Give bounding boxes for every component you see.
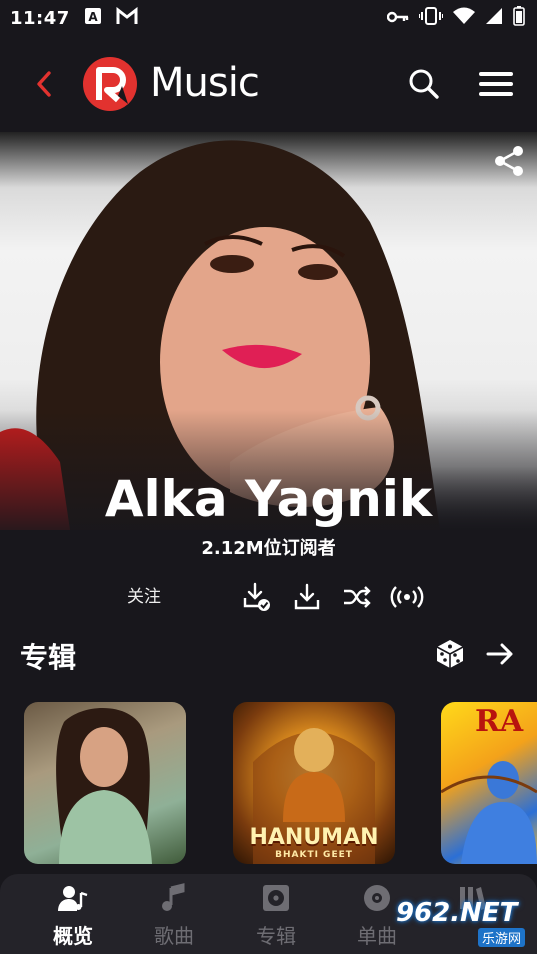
nav-overview[interactable]: 概览 — [23, 874, 123, 954]
artist-actions: 关注 — [0, 574, 537, 620]
download-button[interactable] — [290, 580, 324, 614]
key-icon — [386, 9, 409, 28]
album-title-art: HANUMAN — [249, 825, 379, 850]
vibrate-icon — [418, 7, 444, 29]
arrow-right-icon — [486, 643, 513, 665]
wifi-icon — [453, 7, 475, 29]
chevron-left-icon — [37, 71, 51, 97]
dice-icon — [436, 640, 464, 668]
person-music-icon — [57, 882, 89, 914]
status-time: 11:47 — [10, 7, 70, 29]
shuffle-button[interactable] — [340, 580, 374, 614]
album-cover-image — [56, 708, 152, 864]
radio-broadcast-icon — [390, 586, 424, 608]
disc-icon — [361, 882, 393, 914]
share-icon — [495, 146, 523, 176]
site-watermark: 962.NET 乐游网 — [396, 898, 530, 948]
album-subtitle-art: BHAKTI GEET — [275, 850, 353, 860]
signal-icon — [485, 7, 503, 29]
follow-button[interactable]: 关注 — [108, 582, 180, 612]
nav-label: 歌曲 — [154, 924, 194, 948]
download-icon — [294, 583, 320, 610]
subscriber-count: 2.12M位订阅者 — [201, 538, 336, 559]
downloaded-button[interactable] — [240, 580, 274, 614]
album-cover-image — [441, 761, 537, 864]
albums-section-header: 专辑 — [0, 630, 537, 680]
search-button[interactable] — [404, 64, 444, 104]
artist-name: Alka Yagnik — [104, 470, 433, 528]
shuffle-icon — [344, 586, 371, 608]
gmail-m-icon — [116, 6, 138, 29]
menu-button[interactable] — [474, 64, 518, 104]
nav-songs[interactable]: 歌曲 — [124, 874, 224, 954]
brand-title: Music — [150, 60, 260, 106]
hamburger-icon — [479, 72, 513, 96]
share-button[interactable] — [490, 142, 528, 180]
album-card[interactable]: RA — [441, 702, 537, 864]
music-note-icon — [158, 882, 190, 914]
watermark-sub-text: 乐游网 — [478, 928, 526, 947]
search-icon — [409, 69, 439, 99]
a-box-icon: A — [84, 7, 102, 29]
r-logo-icon — [82, 56, 138, 112]
svg-text:A: A — [88, 10, 98, 24]
downloaded-check-icon — [243, 582, 270, 611]
album-icon — [260, 882, 292, 914]
battery-icon — [513, 6, 525, 30]
back-button[interactable] — [26, 62, 62, 106]
album-card[interactable] — [24, 702, 186, 864]
section-title: 专辑 — [20, 641, 77, 674]
album-card[interactable]: HANUMAN BHAKTI GEET — [233, 702, 395, 864]
watermark-main-text: 962.NET — [396, 898, 518, 928]
albums-more-button[interactable] — [484, 638, 518, 672]
nav-label: 专辑 — [256, 924, 296, 948]
random-album-button[interactable] — [434, 638, 468, 672]
radio-button[interactable] — [390, 580, 424, 614]
nav-label: 概览 — [53, 924, 93, 948]
nav-albums[interactable]: 专辑 — [226, 874, 326, 954]
app-bar: Music — [0, 48, 537, 120]
status-bar: 11:47 A — [0, 0, 537, 36]
